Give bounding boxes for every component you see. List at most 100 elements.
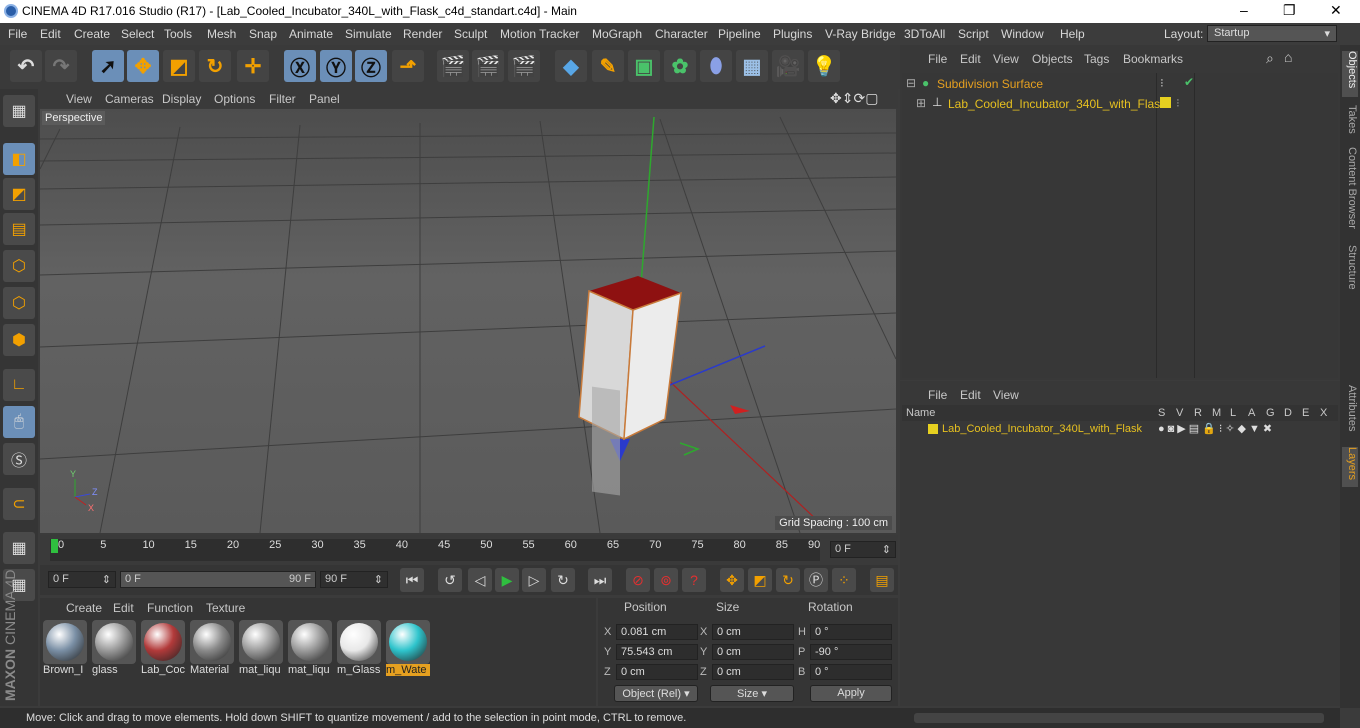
- tab-attributes[interactable]: Attributes: [1342, 385, 1358, 441]
- coord-size-field[interactable]: 0 cm: [712, 624, 794, 640]
- material-menu-create[interactable]: Create: [66, 601, 102, 615]
- pen-spline-icon[interactable]: ✎: [592, 50, 624, 82]
- viewport-menu-filter[interactable]: Filter: [269, 92, 296, 106]
- previous-frame-icon[interactable]: ◁: [468, 568, 492, 592]
- texture-mode-icon[interactable]: ◩: [3, 178, 35, 210]
- position-key-icon[interactable]: ✥: [720, 568, 744, 592]
- apply-button[interactable]: Apply: [810, 685, 892, 702]
- previous-key-icon[interactable]: ↺: [438, 568, 462, 592]
- menu-mograph[interactable]: MoGraph: [592, 27, 642, 41]
- keyframe-selection-icon[interactable]: ?: [682, 568, 706, 592]
- frame-range-slider[interactable]: 0 F 90 F: [120, 571, 316, 588]
- x-handle-icon[interactable]: [730, 405, 750, 414]
- material-swatch[interactable]: mat_liqu: [288, 620, 332, 678]
- record-active-objects-icon[interactable]: ⊘: [626, 568, 650, 592]
- snapping-icon[interactable]: ⊂: [3, 488, 35, 520]
- menu-select[interactable]: Select: [121, 27, 154, 41]
- menu-mesh[interactable]: Mesh: [207, 27, 236, 41]
- layer-column-header[interactable]: X: [1320, 407, 1327, 419]
- viewport-menu-display[interactable]: Display: [162, 92, 201, 106]
- objects-menu-tags[interactable]: Tags: [1084, 52, 1109, 66]
- scale-key-icon[interactable]: ◩: [748, 568, 772, 592]
- layer-column-header[interactable]: R: [1194, 407, 1202, 419]
- material-menu-edit[interactable]: Edit: [113, 601, 134, 615]
- menu-3dtoall[interactable]: 3DToAll: [904, 27, 945, 41]
- objects-menu-edit[interactable]: Edit: [960, 52, 981, 66]
- material-swatch[interactable]: Lab_Coc: [141, 620, 185, 678]
- collapse-icon[interactable]: ⊟: [906, 76, 916, 90]
- rotate-tool-icon[interactable]: ↻: [199, 50, 231, 82]
- layers-menu-file[interactable]: File: [928, 388, 947, 402]
- layer-column-header[interactable]: G: [1266, 407, 1275, 419]
- move-tool-icon[interactable]: ✥: [127, 50, 159, 82]
- layer-column-header[interactable]: D: [1284, 407, 1292, 419]
- layer-color-swatch[interactable]: [928, 424, 938, 434]
- x-axis-lock-icon[interactable]: Ⓧ: [284, 50, 316, 82]
- layers-menu-edit[interactable]: Edit: [960, 388, 981, 402]
- go-to-start-icon[interactable]: ⏮: [400, 568, 424, 592]
- model-mode-icon[interactable]: ◧: [3, 143, 35, 175]
- material-swatch[interactable]: glass: [92, 620, 136, 678]
- maximize-button[interactable]: ❐: [1283, 2, 1296, 19]
- objects-menu-view[interactable]: View: [993, 52, 1019, 66]
- cube-primitive-icon[interactable]: ◆: [555, 50, 587, 82]
- menu-edit[interactable]: Edit: [40, 27, 61, 41]
- timeline-track[interactable]: [50, 539, 820, 561]
- point-level-animation-icon[interactable]: ⁘: [832, 568, 856, 592]
- object-name[interactable]: Subdivision Surface: [937, 77, 1043, 91]
- render-picture-viewer-icon[interactable]: 🎬: [472, 50, 504, 82]
- material-swatch[interactable]: m_Glass: [337, 620, 381, 678]
- scrollbar-thumb[interactable]: [914, 713, 1324, 723]
- timeline-ruler[interactable]: 0 5 10 15 20 25 30 35 40 45 50 55 60 65 70 75 80 85 90 0 F…: [40, 535, 898, 565]
- go-to-end-icon[interactable]: ⏭: [588, 568, 612, 592]
- object-name[interactable]: Lab_Cooled_Incubator_340L_with_Flask: [948, 97, 1166, 111]
- layer-color-swatch[interactable]: [1160, 97, 1171, 108]
- render-settings-icon[interactable]: 🎬: [508, 50, 540, 82]
- coord-size-field[interactable]: 0 cm: [712, 644, 794, 660]
- coord-pos-field[interactable]: 0 cm: [616, 664, 698, 680]
- end-frame-field[interactable]: 90 F ⇕: [320, 571, 388, 588]
- layer-column-header[interactable]: S: [1158, 407, 1165, 419]
- start-frame-field[interactable]: 0 F ⇕: [48, 571, 116, 588]
- tab-layers[interactable]: Layers: [1342, 447, 1358, 487]
- next-key-icon[interactable]: ↻: [551, 568, 575, 592]
- tab-takes[interactable]: Takes: [1342, 105, 1358, 139]
- visibility-icon[interactable]: ⁝: [1160, 76, 1164, 90]
- tab-objects[interactable]: Objects: [1342, 51, 1358, 97]
- menu-script[interactable]: Script: [958, 27, 989, 41]
- material-swatch[interactable]: Brown_I: [43, 620, 87, 678]
- cloner-icon[interactable]: ✿: [664, 50, 696, 82]
- material-swatch[interactable]: mat_liqu: [239, 620, 283, 678]
- light-icon[interactable]: 💡: [808, 50, 840, 82]
- menu-file[interactable]: File: [8, 27, 27, 41]
- search-icon[interactable]: ⌕: [1266, 50, 1274, 67]
- viewport-navigation-icons[interactable]: ✥⇕⟳▢: [830, 90, 878, 107]
- expand-icon[interactable]: ⊞: [916, 96, 926, 110]
- coord-pos-field[interactable]: 0.081 cm: [616, 624, 698, 640]
- menu-help[interactable]: Help: [1060, 27, 1085, 41]
- menu-pipeline[interactable]: Pipeline: [718, 27, 761, 41]
- incubator-model[interactable]: [578, 276, 682, 496]
- viewport-menu-options[interactable]: Options: [214, 92, 255, 106]
- close-button[interactable]: ✕: [1330, 2, 1342, 19]
- objects-menu-bookmarks[interactable]: Bookmarks: [1123, 52, 1183, 66]
- camera-icon[interactable]: 🎥: [772, 50, 804, 82]
- selection-tool-icon[interactable]: ➚: [92, 50, 124, 82]
- material-swatch[interactable]: m_Wate: [386, 620, 430, 678]
- menu-sculpt[interactable]: Sculpt: [454, 27, 487, 41]
- material-menu-texture[interactable]: Texture: [206, 601, 245, 615]
- polygons-mode-icon[interactable]: ⬢: [3, 324, 35, 356]
- coord-size-field[interactable]: 0 cm: [712, 664, 794, 680]
- tab-structure[interactable]: Structure: [1342, 245, 1358, 297]
- coord-pos-field[interactable]: 75.543 cm: [616, 644, 698, 660]
- timeline-window-icon[interactable]: ▤: [870, 568, 894, 592]
- solo-mode-icon[interactable]: Ⓢ: [3, 443, 35, 475]
- menu-character[interactable]: Character: [655, 27, 708, 41]
- redo-icon[interactable]: ↷: [45, 50, 77, 82]
- objects-menu-objects[interactable]: Objects: [1032, 52, 1073, 66]
- y-axis-lock-icon[interactable]: Ⓨ: [320, 50, 352, 82]
- layer-name[interactable]: Lab_Cooled_Incubator_340L_with_Flask: [942, 423, 1142, 435]
- objects-menu-file[interactable]: File: [928, 52, 947, 66]
- size-mode-select[interactable]: Size ▾: [710, 685, 794, 702]
- recent-tool-icon[interactable]: ✛: [237, 50, 269, 82]
